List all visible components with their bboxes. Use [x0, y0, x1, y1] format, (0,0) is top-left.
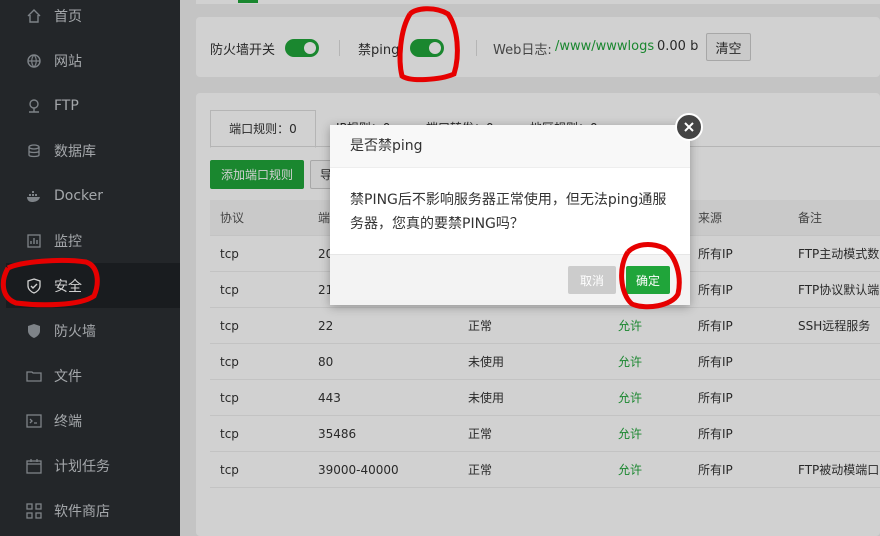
annotation-circle-confirm [619, 242, 682, 310]
annotation-circle-security [0, 257, 100, 308]
annotation-layer [0, 6, 682, 310]
annotation-circle-ping-toggle [397, 6, 460, 83]
